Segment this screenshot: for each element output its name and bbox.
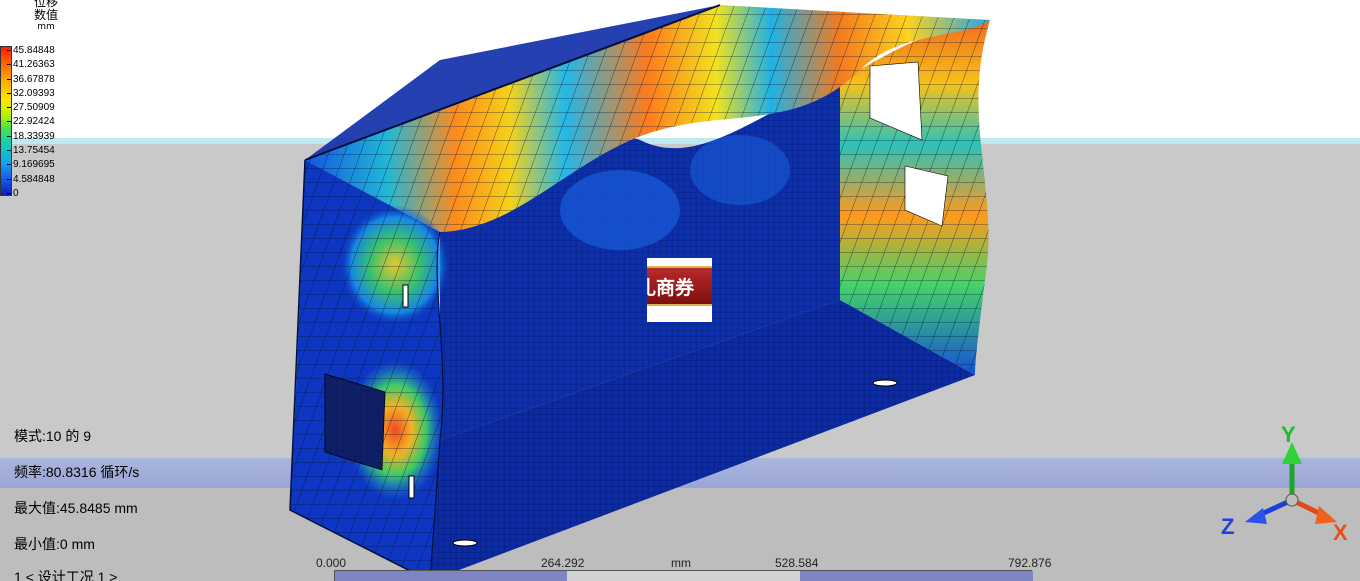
legend-label: 9.169695 — [7, 160, 55, 170]
axis-x-label: X — [1333, 520, 1348, 545]
scale-tick-label: 528.584 — [775, 556, 819, 570]
scale-bar — [334, 570, 1033, 581]
legend-label: 0 — [7, 189, 19, 199]
mode-info: 模式:10 的 9 — [14, 428, 92, 444]
scale-tick-label: 0.000 — [316, 556, 347, 570]
legend-label: 27.50909 — [7, 103, 55, 113]
3d-viewport[interactable]: 位移 数值 mm 45.84848 41.26363 36.67878 32.0… — [0, 0, 1360, 581]
legend-title-line1: 位移 — [33, 0, 58, 9]
scale-tick-label: 792.876 — [1008, 556, 1052, 570]
design-case-info: 1 < 设计工况 1 > — [14, 569, 118, 581]
legend-label: 32.09393 — [7, 89, 55, 99]
scale-unit-label: mm — [671, 556, 691, 570]
axis-y-label: Y — [1281, 422, 1296, 447]
axis-z-label: Z — [1221, 514, 1235, 539]
legend-label: 18.33939 — [7, 132, 55, 142]
legend-label: 22.92424 — [7, 117, 55, 127]
legend-title-line2: 数值 — [33, 8, 58, 22]
legend-unit: mm — [37, 22, 55, 32]
frequency-info: 频率:80.8316 循环/s — [14, 464, 140, 480]
legend-label: 4.584848 — [7, 175, 55, 185]
max-value-info: 最大值:45.8485 mm — [14, 500, 138, 516]
legend-label: 41.26363 — [7, 60, 55, 70]
color-legend: 位移 数值 mm 45.84848 41.26363 36.67878 32.0… — [0, 0, 80, 200]
legend-label: 36.67878 — [7, 75, 55, 85]
legend-label: 13.75454 — [7, 146, 55, 156]
popup-coupon[interactable]: 礼商券 — [647, 258, 712, 322]
axis-triad[interactable]: Y Z X — [1215, 420, 1360, 545]
scale-tick-label: 264.292 — [541, 556, 585, 570]
min-value-info: 最小值:0 mm — [14, 536, 95, 552]
popup-text: 礼商券 — [647, 277, 695, 299]
legend-label: 45.84848 — [7, 46, 55, 56]
